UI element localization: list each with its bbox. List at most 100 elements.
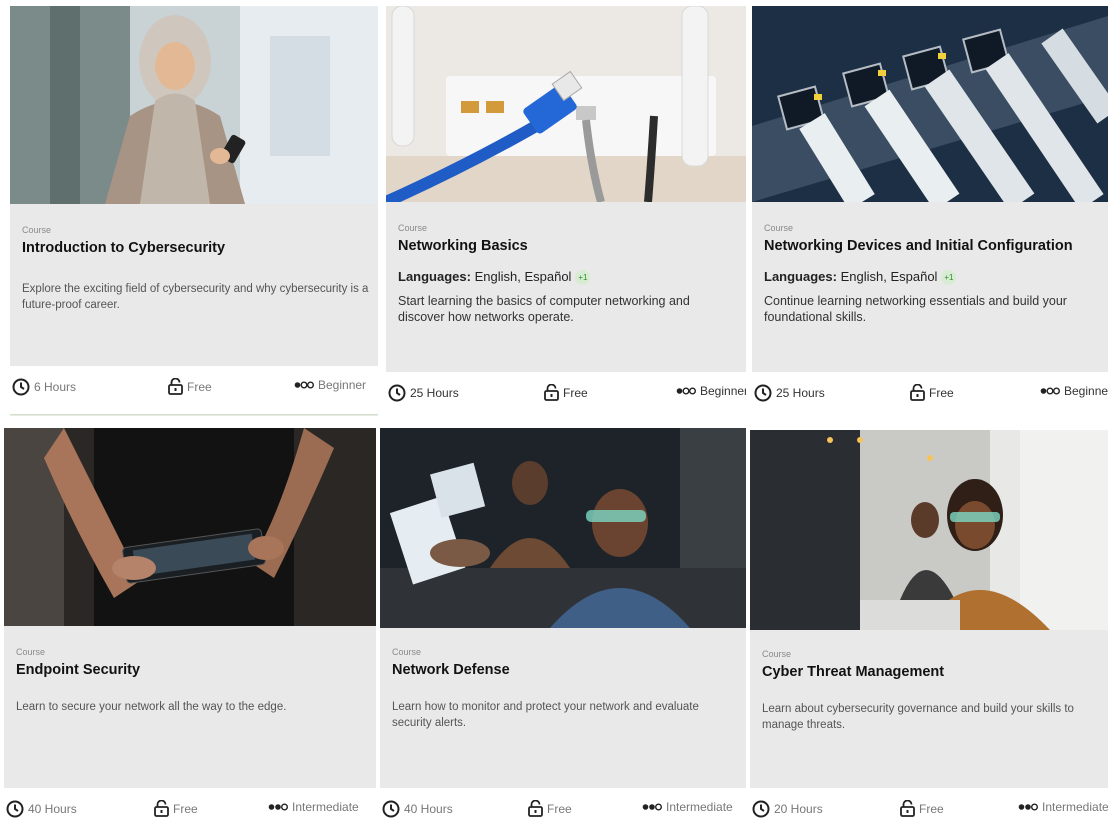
course-grid: Course Introduction to Cybersecurity Exp… xyxy=(0,0,1108,832)
woman-office-photo xyxy=(750,430,1108,630)
course-price: Free xyxy=(544,384,588,401)
course-languages: Languages: English, Español +1 xyxy=(764,269,1100,285)
course-title[interactable]: Networking Devices and Initial Configura… xyxy=(764,237,1100,255)
course-price: Free xyxy=(900,800,944,817)
course-level-label: Intermediate xyxy=(1042,800,1108,814)
clock-icon xyxy=(752,800,770,818)
level-dots-icon xyxy=(268,803,288,811)
router-cable-photo xyxy=(386,6,746,202)
course-description: Learn how to monitor and protect your ne… xyxy=(392,701,699,729)
course-meta: 25 Hours Free Beginner xyxy=(752,372,1108,416)
course-description: Learn about cybersecurity governance and… xyxy=(762,703,1074,731)
course-hours: 20 Hours xyxy=(774,802,823,816)
clock-icon xyxy=(382,800,400,818)
course-kind: Course xyxy=(392,647,422,657)
course-level: Intermediate xyxy=(268,800,359,814)
course-meta: 25 Hours Free Beginner xyxy=(386,372,746,416)
course-level: Beginner xyxy=(294,378,366,392)
course-card[interactable]: Course Endpoint Security Learn to secure… xyxy=(4,428,376,832)
course-meta: 20 Hours Free Intermediate xyxy=(750,788,1108,832)
course-body: Course Cyber Threat Management Learn abo… xyxy=(762,648,1100,733)
course-card[interactable]: Course Introduction to Cybersecurity Exp… xyxy=(10,6,378,416)
level-dots-icon xyxy=(1018,803,1038,811)
course-price-label: Free xyxy=(929,385,954,400)
clock-icon xyxy=(6,800,24,818)
course-kind: Course xyxy=(398,223,428,233)
course-title[interactable]: Network Defense xyxy=(392,661,738,679)
course-price: Free xyxy=(528,800,572,817)
course-image[interactable] xyxy=(4,428,376,626)
unlock-icon xyxy=(528,800,543,817)
course-level-label: Intermediate xyxy=(292,800,359,814)
hands-tablet-photo xyxy=(4,428,376,626)
clock-icon xyxy=(754,384,772,402)
level-dots-icon xyxy=(642,803,662,811)
course-level: Intermediate xyxy=(642,800,733,814)
more-languages-badge[interactable]: +1 xyxy=(941,270,957,285)
unlock-icon xyxy=(900,800,915,817)
course-level-label: Beginner xyxy=(318,378,367,392)
course-title[interactable]: Introduction to Cybersecurity xyxy=(22,239,370,257)
languages-label: Languages: xyxy=(398,269,471,284)
course-price: Free xyxy=(154,800,198,817)
unlock-icon xyxy=(544,384,559,401)
course-meta: 40 Hours Free Intermediate xyxy=(4,788,376,832)
course-kind: Course xyxy=(764,223,794,233)
course-image[interactable] xyxy=(10,6,378,204)
course-level-label: Beginner xyxy=(700,384,746,398)
course-description: Explore the exciting field of cybersecur… xyxy=(22,283,369,311)
course-kind: Course xyxy=(22,225,52,235)
course-description: Start learning the basics of computer ne… xyxy=(398,294,690,324)
course-image[interactable] xyxy=(750,430,1108,630)
course-price: Free xyxy=(168,378,212,395)
course-image[interactable] xyxy=(752,6,1108,202)
course-title[interactable]: Networking Basics xyxy=(398,237,738,255)
course-card[interactable]: Course Network Defense Learn how to moni… xyxy=(380,428,746,832)
unlock-icon xyxy=(910,384,925,401)
course-title[interactable]: Cyber Threat Management xyxy=(762,663,1100,681)
languages-label: Languages: xyxy=(764,269,837,284)
course-price-label: Free xyxy=(173,801,198,816)
clock-icon xyxy=(12,378,30,396)
course-image[interactable] xyxy=(386,6,746,202)
course-card[interactable]: Course Networking Basics Languages: Engl… xyxy=(386,6,746,416)
course-card[interactable]: Course Networking Devices and Initial Co… xyxy=(752,6,1108,416)
unlock-icon xyxy=(168,378,183,395)
course-description: Continue learning networking essentials … xyxy=(764,294,1067,324)
course-duration: 40 Hours xyxy=(6,800,77,818)
course-kind: Course xyxy=(762,649,792,659)
course-level: Intermediate xyxy=(1018,800,1108,814)
woman-phone-photo xyxy=(10,6,378,204)
course-level: Beginner xyxy=(1040,384,1108,398)
languages-value: English, Español xyxy=(840,269,938,284)
course-duration: 25 Hours xyxy=(754,384,825,402)
course-card[interactable]: Course Cyber Threat Management Learn abo… xyxy=(750,430,1108,832)
course-price-label: Free xyxy=(547,801,572,816)
course-duration: 20 Hours xyxy=(752,800,823,818)
course-body: Course Introduction to Cybersecurity Exp… xyxy=(22,224,370,313)
course-body: Course Networking Basics Languages: Engl… xyxy=(398,222,738,325)
course-level-label: Intermediate xyxy=(666,800,733,814)
unlock-icon xyxy=(154,800,169,817)
course-duration: 6 Hours xyxy=(12,378,76,396)
course-price-label: Free xyxy=(187,379,212,394)
course-image[interactable] xyxy=(380,428,746,628)
course-price-label: Free xyxy=(563,385,588,400)
course-hours: 25 Hours xyxy=(776,386,825,400)
course-body: Course Networking Devices and Initial Co… xyxy=(764,222,1100,325)
level-dots-icon xyxy=(1040,387,1060,395)
more-languages-badge[interactable]: +1 xyxy=(575,270,591,285)
languages-value: English, Español xyxy=(474,269,572,284)
course-meta: 6 Hours Free Beginner xyxy=(10,366,378,415)
course-hours: 6 Hours xyxy=(34,380,77,394)
level-dots-icon xyxy=(676,387,696,395)
office-workers-photo xyxy=(380,428,746,628)
course-meta: 40 Hours Free Intermediate xyxy=(380,788,746,832)
course-title[interactable]: Endpoint Security xyxy=(16,661,368,679)
course-level-label: Beginner xyxy=(1064,384,1108,398)
course-description: Learn to secure your network all the way… xyxy=(16,701,287,713)
course-hours: 40 Hours xyxy=(28,802,77,816)
clock-icon xyxy=(388,384,406,402)
course-kind: Course xyxy=(16,647,46,657)
course-hours: 25 Hours xyxy=(410,386,459,400)
